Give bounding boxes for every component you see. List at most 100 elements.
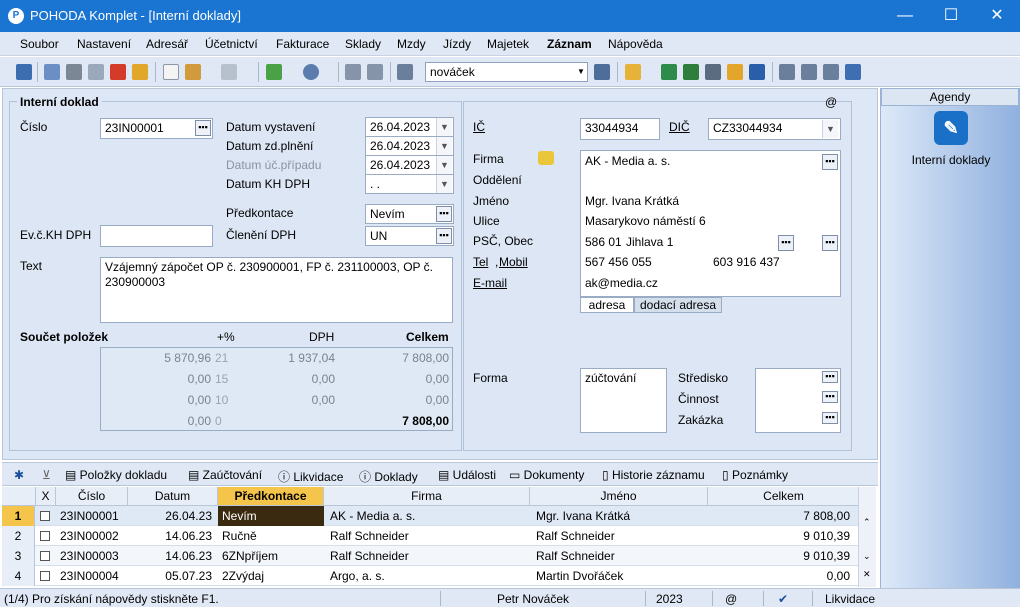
close-button[interactable]: ✕ — [974, 0, 1020, 32]
header-firma[interactable]: Firma — [324, 487, 530, 506]
filter-icon[interactable] — [594, 64, 610, 80]
menu-soubor[interactable]: Soubor — [20, 37, 59, 51]
scroll-up-icon[interactable]: ⌃ — [863, 517, 871, 528]
chevron-down-icon[interactable]: ▼ — [436, 156, 452, 174]
row-checkbox[interactable] — [40, 531, 50, 541]
menu-ucetnictvi[interactable]: Účetnictví — [205, 37, 258, 51]
text-area[interactable]: Vzájemný zápočet OP č. 230900001, FP č. … — [100, 257, 453, 323]
cislo-options-button[interactable]: ▪▪▪ — [195, 120, 211, 136]
dic-label[interactable]: DIČ — [669, 120, 690, 134]
zakazka-options-button[interactable]: ▪▪▪ — [822, 412, 838, 424]
menu-mzdy[interactable]: Mzdy — [397, 37, 426, 51]
menu-nastaveni[interactable]: Nastavení — [77, 37, 131, 51]
help-icon[interactable] — [845, 64, 861, 80]
table-row[interactable]: 3 23IN00003 14.06.23 6ZNpříjem Ralf Schn… — [2, 546, 860, 566]
scroll-down-icon[interactable]: ⌄ — [863, 551, 871, 562]
row-checkbox[interactable] — [40, 511, 50, 521]
menu-sklady[interactable]: Sklady — [345, 37, 381, 51]
print-icon[interactable] — [66, 64, 82, 80]
firma-options-button[interactable]: ▪▪▪ — [822, 154, 838, 170]
pdf-icon[interactable] — [110, 64, 126, 80]
cleneni-options-button[interactable]: ▪▪▪ — [436, 228, 452, 244]
tel-value[interactable]: 567 456 055 — [585, 255, 652, 269]
evc-input[interactable] — [100, 225, 213, 247]
window-icon[interactable] — [779, 64, 795, 80]
menu-majetek[interactable]: Majetek — [487, 37, 529, 51]
monitor-icon[interactable] — [823, 64, 839, 80]
psc-value[interactable]: 586 01 — [585, 235, 622, 249]
chevron-down-icon[interactable]: ▼ — [822, 120, 838, 138]
header-cislo[interactable]: Číslo — [56, 487, 128, 506]
address-book-icon[interactable] — [538, 151, 554, 165]
menu-adresar[interactable]: Adresář — [146, 37, 188, 51]
table-row[interactable]: 2 23IN00002 14.06.23 Ručně Ralf Schneide… — [2, 526, 860, 546]
tab-dodaci-adresa[interactable]: dodací adresa — [634, 297, 722, 313]
header-predkontace[interactable]: Předkontace — [218, 487, 324, 506]
tab-historie-zaznamu[interactable]: ▯ Historie záznamu — [602, 468, 705, 482]
internal-document-icon[interactable]: ✎ — [934, 111, 968, 145]
maximize-button[interactable]: ☐ — [928, 0, 974, 32]
predkontace-options-button[interactable]: ▪▪▪ — [436, 206, 452, 222]
table-scrollbar[interactable]: ⌃ ⌄ ✕ — [858, 487, 876, 587]
forma-input[interactable]: zúčtování — [580, 368, 667, 433]
preview-icon[interactable] — [88, 64, 104, 80]
export-icon[interactable] — [132, 64, 148, 80]
iban-icon[interactable] — [749, 64, 765, 80]
star-icon[interactable]: ✱ — [14, 468, 24, 482]
ic-input[interactable]: 33044934 — [580, 118, 660, 140]
tab-polozky-dokladu[interactable]: ▤ Položky dokladu — [65, 468, 167, 482]
brush-icon[interactable] — [185, 64, 201, 80]
settings-icon[interactable] — [303, 64, 319, 80]
header-celkem[interactable]: Celkem — [708, 487, 860, 506]
menu-jizdy[interactable]: Jízdy — [443, 37, 471, 51]
table-row[interactable]: 4 23IN00004 05.07.23 2Zvýdaj Argo, a. s.… — [2, 566, 860, 586]
close-icon[interactable]: ✕ — [863, 569, 871, 580]
ic-label[interactable]: IČ — [473, 120, 485, 134]
tab-doklady[interactable]: ⓘ Doklady — [359, 468, 418, 485]
email-label[interactable]: E-mail — [473, 276, 507, 290]
menu-fakturace[interactable]: Fakturace — [276, 37, 329, 51]
layout-icon[interactable] — [801, 64, 817, 80]
documents-icon[interactable] — [397, 64, 413, 80]
cinnost-options-button[interactable]: ▪▪▪ — [822, 391, 838, 403]
coins-icon[interactable] — [727, 64, 743, 80]
chevron-down-icon[interactable]: ▼ — [436, 118, 452, 136]
grid-icon[interactable] — [221, 64, 237, 80]
agenda-panel-icon[interactable] — [16, 64, 32, 80]
minimize-button[interactable]: — — [882, 0, 928, 32]
tab-poznamky[interactable]: ▯ Poznámky — [722, 468, 788, 482]
filter-icon[interactable]: ⊻ — [42, 468, 51, 482]
menu-zaznam[interactable]: Záznam — [547, 37, 592, 51]
save-all-icon[interactable] — [367, 64, 383, 80]
payment-icon[interactable] — [683, 64, 699, 80]
address-options-button[interactable]: ▪▪▪ — [822, 235, 838, 251]
obec-options-button[interactable]: ▪▪▪ — [778, 235, 794, 251]
email-value[interactable]: ak@media.cz — [585, 276, 658, 290]
tel-label[interactable]: Tel — [473, 255, 488, 269]
tab-likvidace[interactable]: ⓘ Likvidace — [278, 468, 343, 485]
agenda-item-label[interactable]: Interní doklady — [881, 153, 1020, 167]
bank-icon[interactable] — [661, 64, 677, 80]
mobil-value[interactable]: 603 916 437 — [713, 255, 780, 269]
header-datum[interactable]: Datum — [128, 487, 218, 506]
obec-value[interactable]: Jihlava 1 — [626, 235, 673, 249]
calculator-icon[interactable] — [705, 64, 721, 80]
row-checkbox[interactable] — [40, 571, 50, 581]
mobil-label[interactable]: Mobil — [499, 255, 528, 269]
row-checkbox[interactable] — [40, 551, 50, 561]
ulice-value[interactable]: Masarykovo náměstí 6 — [585, 214, 706, 228]
menu-napoveda[interactable]: Nápověda — [608, 37, 663, 51]
jmeno-value[interactable]: Mgr. Ivana Krátká — [585, 194, 679, 208]
tab-udalosti[interactable]: ▤ Události — [438, 468, 496, 482]
copy-icon[interactable] — [44, 64, 60, 80]
chevron-down-icon[interactable]: ▼ — [436, 175, 452, 193]
chevron-down-icon[interactable]: ▼ — [436, 137, 452, 155]
header-x[interactable]: X — [36, 487, 56, 506]
folder-icon[interactable] — [625, 64, 641, 80]
tab-dokumenty[interactable]: ▭ Dokumenty — [509, 468, 584, 482]
firma-value[interactable]: AK - Media a. s. — [585, 154, 670, 168]
tab-zauctovani[interactable]: ▤ Zaúčtování — [188, 468, 262, 482]
table-row[interactable]: 1 23IN00001 26.04.23 Nevím AK - Media a.… — [2, 506, 860, 526]
stredisko-options-button[interactable]: ▪▪▪ — [822, 371, 838, 383]
header-jmeno[interactable]: Jméno — [530, 487, 708, 506]
